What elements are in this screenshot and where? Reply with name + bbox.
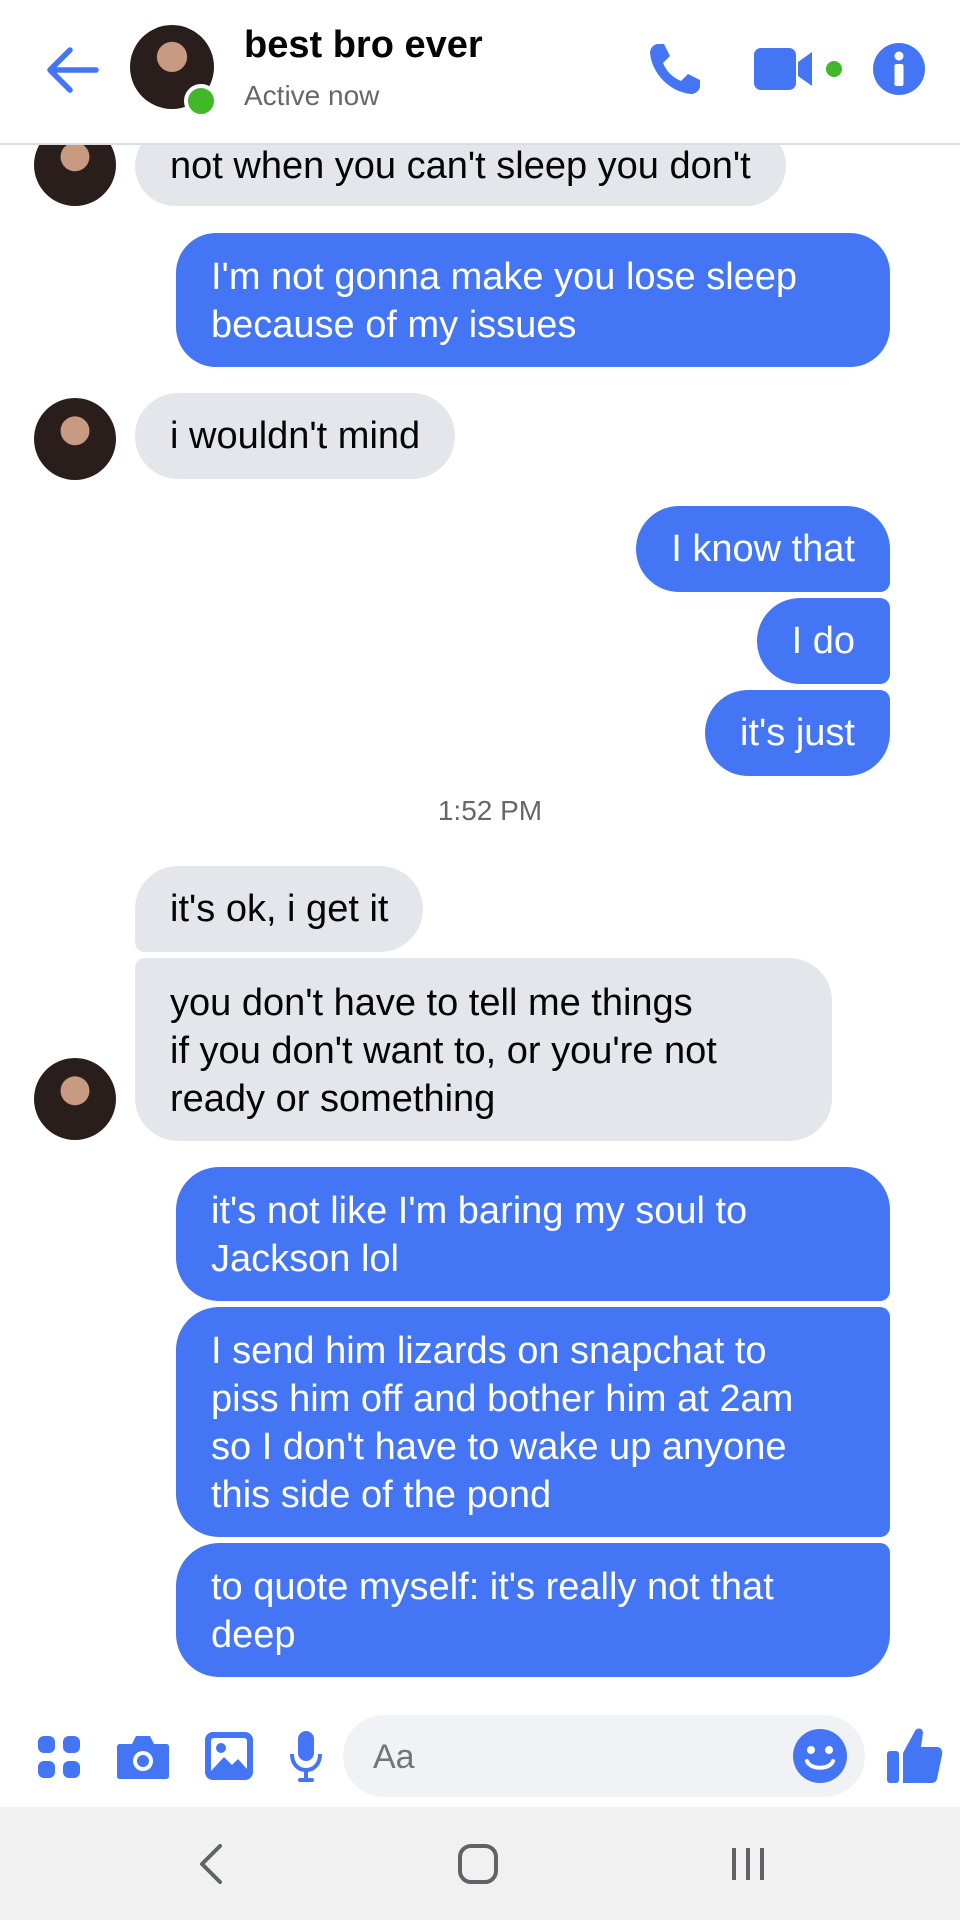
message-bubble-sent[interactable]: I send him lizards on snapchat to piss h… [176, 1307, 890, 1537]
grid-dots-icon[interactable] [36, 1734, 82, 1780]
message-bubble-sent[interactable]: I'm not gonna make you lose sleep becaus… [176, 233, 890, 367]
message-text: it's not like I'm baring my soul to [211, 1190, 748, 1232]
message-text: not when you can't sleep you don't [170, 145, 751, 187]
message-text: it's just [740, 712, 855, 754]
message-bubble-sent[interactable]: it's not like I'm baring my soul to Jack… [176, 1167, 890, 1301]
thumbs-up-icon[interactable] [885, 1725, 943, 1785]
contact-name[interactable]: best bro ever [244, 24, 483, 67]
message-bubble-sent[interactable]: I know that [636, 506, 890, 592]
microphone-icon[interactable] [288, 1730, 324, 1784]
message-text: I know that [671, 528, 855, 570]
contact-status: Active now [244, 80, 380, 111]
message-text: this side of the pond [211, 1474, 552, 1516]
message-text: deep [211, 1614, 296, 1656]
message-text: ready or something [170, 1078, 496, 1120]
message-bubble-sent[interactable]: I do [756, 598, 890, 684]
message-timestamp: 1:52 PM [437, 795, 543, 826]
image-icon[interactable] [204, 1731, 254, 1781]
info-icon[interactable] [872, 42, 926, 96]
phone-icon[interactable] [644, 40, 704, 100]
message-text: because of my issues [211, 304, 577, 346]
arrow-left-icon[interactable] [44, 44, 100, 96]
message-bubble-received[interactable]: you don't have to tell me things if you … [135, 958, 832, 1141]
nav-home-icon[interactable] [456, 1842, 500, 1886]
message-text: if you don't want to, or you're not [170, 1030, 717, 1072]
message-text: you don't have to tell me things [170, 982, 693, 1024]
message-input[interactable] [371, 1729, 775, 1785]
nav-recents-icon[interactable] [728, 1844, 768, 1884]
video-camera-icon[interactable] [752, 44, 848, 94]
message-input-container[interactable] [343, 1715, 865, 1797]
message-text: I send him lizards on snapchat to [211, 1330, 767, 1372]
contact-avatar-small [34, 398, 116, 480]
message-text: piss him off and bother him at 2am [211, 1378, 794, 1420]
camera-icon[interactable] [116, 1732, 170, 1780]
nav-back-icon[interactable] [196, 1842, 226, 1886]
message-text: so I don't have to wake up anyone [211, 1426, 787, 1468]
message-text: it's ok, i get it [170, 888, 389, 930]
message-bubble-received[interactable]: i wouldn't mind [135, 393, 456, 479]
contact-avatar-small [34, 1058, 116, 1140]
message-text: I do [791, 620, 855, 662]
message-bubble-received[interactable]: it's ok, i get it [135, 866, 424, 952]
message-text: Jackson lol [211, 1238, 399, 1280]
message-bubble-sent[interactable]: to quote myself: it's really not that de… [176, 1543, 890, 1677]
online-indicator [184, 84, 218, 118]
message-text: I'm not gonna make you lose sleep [211, 256, 798, 298]
smiley-icon[interactable] [792, 1728, 848, 1784]
message-text: i wouldn't mind [170, 415, 421, 457]
message-bubble-sent[interactable]: it's just [705, 690, 890, 776]
message-text: to quote myself: it's really not that [211, 1566, 774, 1608]
conversation-header: best bro ever Active now [0, 0, 960, 145]
